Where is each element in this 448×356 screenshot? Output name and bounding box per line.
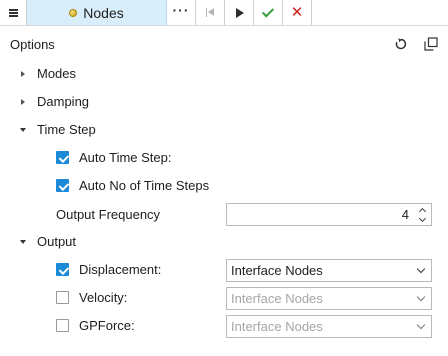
cancel-button[interactable]: ✕ (283, 0, 312, 25)
check-icon (261, 4, 275, 18)
reset-icon[interactable] (394, 37, 408, 51)
chevron-right-icon (21, 71, 25, 77)
collapse-output-toggle[interactable] (18, 237, 28, 247)
play-icon (236, 7, 244, 18)
displacement-select-value: Interface Nodes (231, 263, 323, 278)
nodes-tab-label: Nodes (83, 4, 124, 21)
menu-button[interactable] (0, 0, 27, 25)
velocity-checkbox[interactable] (56, 291, 69, 304)
output-frequency-value: 4 (401, 207, 409, 222)
section-time-step[interactable]: Time Step (37, 122, 96, 137)
displacement-select[interactable]: Interface Nodes (226, 259, 432, 282)
chevron-down-icon (416, 320, 426, 330)
output-frequency-stepper[interactable]: 4 (226, 203, 432, 226)
nodes-tab[interactable]: Nodes (27, 0, 167, 25)
close-icon: ✕ (290, 4, 304, 21)
gpforce-select-value: Interface Nodes (231, 319, 323, 334)
velocity-select-value: Interface Nodes (231, 291, 323, 306)
hamburger-icon (8, 8, 18, 17)
chevron-down-icon (20, 128, 26, 132)
apply-button[interactable] (254, 0, 283, 25)
chevron-down-icon (416, 292, 426, 302)
node-sphere-icon (69, 8, 78, 17)
panel-title: Options (10, 37, 55, 52)
expand-modes-toggle[interactable] (18, 69, 28, 79)
more-dots-icon: ··· (172, 1, 190, 18)
toolbar: Nodes ··· ✕ (0, 0, 448, 26)
displacement-label: Displacement: (79, 262, 162, 277)
chevron-down-icon (418, 214, 426, 223)
collapse-time-step-toggle[interactable] (18, 125, 28, 135)
section-modes[interactable]: Modes (37, 66, 76, 81)
auto-no-time-steps-checkbox[interactable] (56, 179, 69, 192)
stepper-arrows[interactable] (418, 207, 426, 223)
section-output[interactable]: Output (37, 234, 76, 249)
output-frequency-label: Output Frequency (56, 207, 161, 222)
popout-icon[interactable] (424, 37, 438, 51)
chevron-down-icon (416, 264, 426, 274)
velocity-select[interactable]: Interface Nodes (226, 287, 432, 310)
gpforce-label: GPForce: (79, 318, 135, 333)
more-options-button[interactable]: ··· (167, 0, 196, 25)
auto-time-step-checkbox[interactable] (56, 151, 69, 164)
skip-to-start-icon (205, 8, 215, 17)
expand-damping-toggle[interactable] (18, 97, 28, 107)
chevron-down-icon (20, 240, 26, 244)
auto-no-time-steps-label: Auto No of Time Steps (79, 178, 210, 193)
play-button[interactable] (225, 0, 254, 25)
chevron-right-icon (21, 99, 25, 105)
gpforce-select[interactable]: Interface Nodes (226, 315, 432, 338)
velocity-label: Velocity: (79, 290, 128, 305)
gpforce-checkbox[interactable] (56, 319, 69, 332)
skip-to-start-button[interactable] (196, 0, 225, 25)
auto-time-step-label: Auto Time Step: (79, 150, 172, 165)
section-damping[interactable]: Damping (37, 94, 89, 109)
displacement-checkbox[interactable] (56, 263, 69, 276)
